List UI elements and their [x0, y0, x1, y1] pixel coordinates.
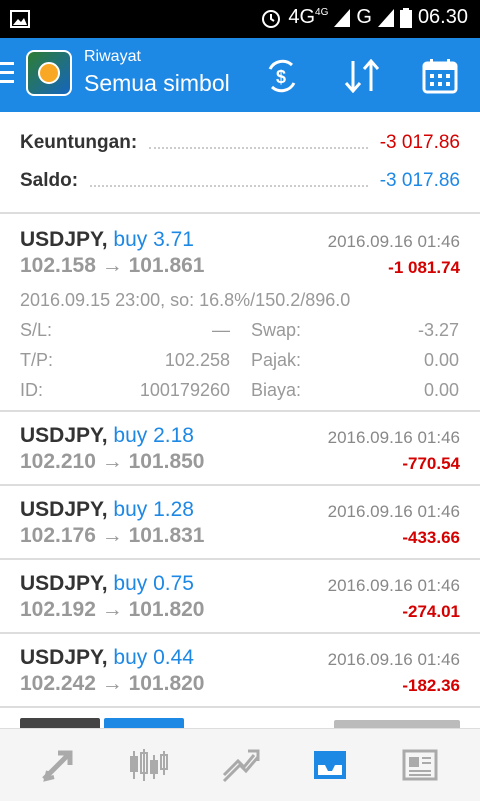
- sort-button[interactable]: [342, 56, 382, 96]
- news-icon: [402, 749, 438, 781]
- trade-profit: -770.54: [402, 454, 460, 473]
- trade-symbol: USDJPY, buy 0.44: [20, 646, 194, 669]
- nav-trade[interactable]: [218, 743, 262, 787]
- app-logo[interactable]: [26, 50, 72, 96]
- balance-value: -3 017.86: [379, 170, 460, 191]
- balance-label: Saldo:: [20, 170, 79, 191]
- menu-icon[interactable]: [0, 62, 14, 86]
- currency-exchange-icon: $: [268, 59, 296, 93]
- trade-profit: -1 081.74: [388, 258, 460, 277]
- trade-type: buy 0.75: [113, 572, 194, 595]
- summary-panel: Keuntungan: -3 017.86 Saldo: -3 017.86: [0, 112, 480, 212]
- page-subtitle: Riwayat: [84, 48, 141, 65]
- trade-time: 2016.09.16 01:46: [327, 576, 460, 595]
- battery-icon: [399, 7, 412, 28]
- trade-prices: 102.242 → 101.820: [20, 672, 205, 695]
- swap-value: -3.27: [417, 320, 459, 340]
- trade-time: 2016.09.16 01:46: [327, 428, 460, 447]
- nav-news[interactable]: [398, 743, 442, 787]
- id-value: 100179260: [139, 380, 230, 400]
- dotted-leader: [90, 175, 368, 187]
- status-bar: 4G 4G G 06.30: [0, 0, 480, 38]
- trade-type: buy 0.44: [113, 646, 194, 669]
- trade-symbol: USDJPY, buy 3.71: [20, 228, 194, 251]
- trade-profit: -274.01: [402, 602, 460, 621]
- profit-value: -3 017.86: [379, 132, 460, 153]
- trade-time: 2016.09.16 01:46: [327, 650, 460, 669]
- nav-chart[interactable]: [126, 743, 170, 787]
- trade-type: buy 3.71: [113, 228, 194, 251]
- currency-exchange-button[interactable]: $: [262, 56, 302, 96]
- calendar-button[interactable]: [420, 56, 460, 96]
- status-time: 06.30: [417, 6, 468, 28]
- profit-label: Keuntungan:: [20, 132, 138, 153]
- trade-row[interactable]: USDJPY, buy 3.71 2016.09.16 01:46 102.15…: [0, 214, 480, 410]
- trade-row[interactable]: USDJPY, buy 0.44 2016.09.16 01:46 102.24…: [0, 634, 480, 706]
- balance-row: Saldo: -3 017.86: [20, 164, 460, 198]
- bottom-navigation: [0, 728, 480, 801]
- trade-profit: -182.36: [402, 676, 460, 695]
- app-bar: Riwayat Semua simbol $: [0, 38, 480, 112]
- dotted-leader: [149, 137, 368, 149]
- trade-open-info: 2016.09.15 23:00, so: 16.8%/150.2/896.0: [20, 290, 351, 310]
- page-title[interactable]: Semua simbol: [84, 68, 230, 98]
- sl-value: —: [212, 320, 230, 340]
- trade-prices: 102.158 → 101.861: [20, 254, 205, 277]
- trade-row[interactable]: USDJPY, buy 1.28 2016.09.16 01:46 102.17…: [0, 486, 480, 558]
- trade-prices: 102.210 → 101.850: [20, 450, 205, 473]
- nav-quotes[interactable]: [36, 743, 80, 787]
- chart-icon: [130, 749, 168, 781]
- trade-prices: 102.176 → 101.831: [20, 524, 205, 547]
- network-type-small: 4G: [315, 7, 329, 18]
- signal-icon-2: [377, 8, 394, 27]
- quotes-icon: [42, 750, 73, 782]
- trade-type: buy 2.18: [113, 424, 194, 447]
- alarm-icon: [262, 9, 281, 28]
- svg-text:$: $: [276, 67, 286, 87]
- sort-icon: [344, 59, 380, 93]
- trade-prices: 102.192 → 101.820: [20, 598, 205, 621]
- trade-icon: [222, 749, 260, 783]
- signal-icon: [334, 8, 351, 27]
- trade-symbol: USDJPY, buy 0.75: [20, 572, 194, 595]
- fee-value: 0.00: [423, 380, 459, 400]
- trade-time: 2016.09.16 01:46: [327, 502, 460, 521]
- history-icon: [314, 751, 346, 779]
- trade-symbol: USDJPY, buy 2.18: [20, 424, 194, 447]
- trade-row-partial[interactable]: [0, 708, 480, 728]
- trade-type: buy 1.28: [113, 498, 194, 521]
- tp-value: 102.258: [164, 350, 230, 370]
- carrier-type: G: [356, 6, 372, 28]
- title-area: Riwayat Semua simbol: [84, 48, 230, 98]
- trade-symbol: USDJPY, buy 1.28: [20, 498, 194, 521]
- trade-row[interactable]: USDJPY, buy 0.75 2016.09.16 01:46 102.19…: [0, 560, 480, 632]
- trade-time: 2016.09.16 01:46: [327, 232, 460, 251]
- nav-history[interactable]: [308, 743, 352, 787]
- tax-value: 0.00: [423, 350, 459, 370]
- trade-row[interactable]: USDJPY, buy 2.18 2016.09.16 01:46 102.21…: [0, 412, 480, 484]
- trade-profit: -433.66: [402, 528, 460, 547]
- gallery-notification-icon: [10, 10, 30, 28]
- profit-row: Keuntungan: -3 017.86: [20, 126, 460, 160]
- calendar-icon: [422, 59, 458, 94]
- network-type: 4G: [288, 6, 316, 28]
